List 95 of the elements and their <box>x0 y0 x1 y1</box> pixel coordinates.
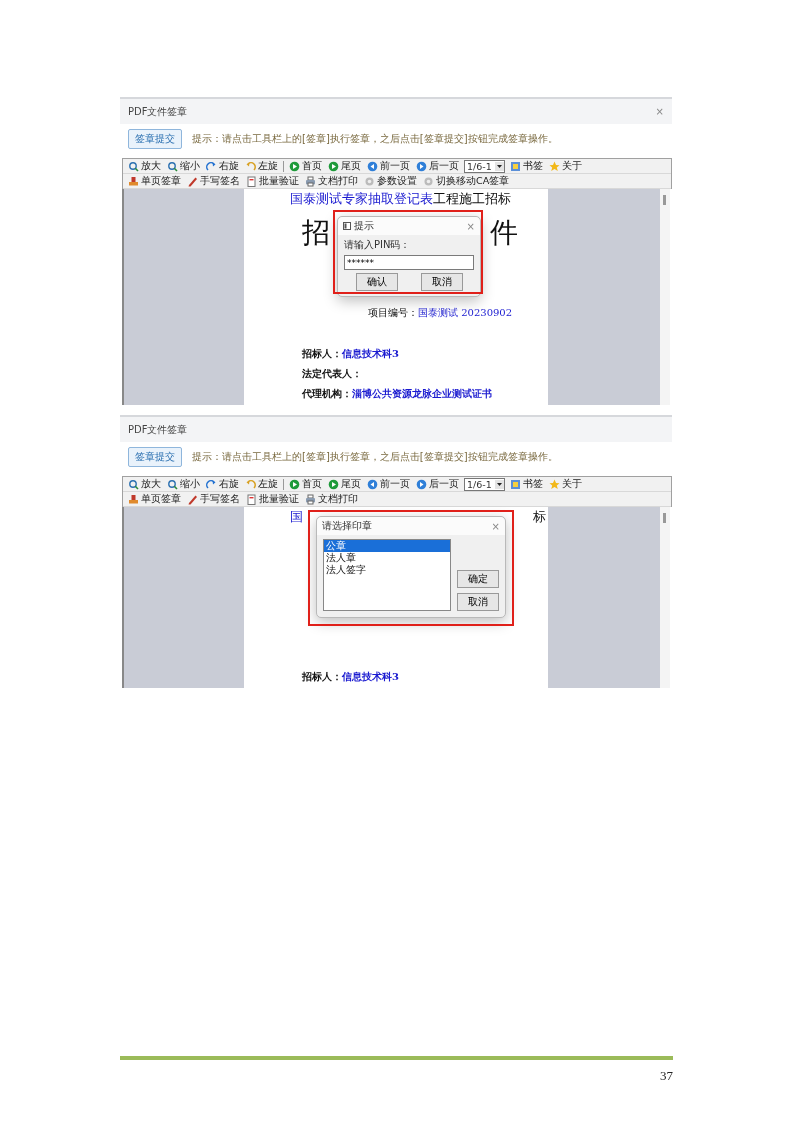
hint-text: 提示：请点击工具栏上的[签章]执行签章，之后点击[签章提交]按钮完成签章操作。 <box>192 450 558 464</box>
document-icon <box>246 175 257 187</box>
document-heading: 国泰测试专家抽取登记表工程施工招标 <box>290 190 511 208</box>
magnifier-icon <box>128 478 139 490</box>
toolbar-button[interactable]: 尾页 <box>327 478 362 490</box>
toolbar-button[interactable]: 书签 <box>508 160 544 172</box>
arrow-circle-icon <box>416 160 427 172</box>
pin-field[interactable]: ****** <box>344 255 474 270</box>
dialog-button[interactable]: 取消 <box>420 273 463 291</box>
scrollbar[interactable] <box>660 189 670 405</box>
toolbar-button[interactable]: 书签 <box>508 478 544 490</box>
pen-icon <box>187 493 198 505</box>
toolbar-button[interactable]: 关于 <box>547 478 583 490</box>
document-heading: 标 <box>533 508 546 526</box>
close-button[interactable]: × <box>466 220 475 232</box>
toolbar-button[interactable]: 文档打印 <box>304 493 359 505</box>
toolbar-button[interactable]: 放大 <box>127 478 162 490</box>
close-button[interactable]: × <box>491 520 500 532</box>
magnifier-icon <box>167 160 178 172</box>
toolbar-button[interactable]: 右旋 <box>205 478 240 490</box>
star-icon <box>548 478 560 490</box>
list-item[interactable]: 公章 <box>324 540 450 552</box>
page-select[interactable]: 1/6-1 <box>464 159 505 173</box>
toolbar-button[interactable]: 手写签名 <box>186 175 241 187</box>
caret-icon <box>494 479 504 489</box>
list-item[interactable]: 法人章 <box>324 552 450 564</box>
toolbar-button[interactable]: 左旋 <box>244 160 279 172</box>
list-item[interactable]: 法人签字 <box>324 564 450 576</box>
toolbar-button[interactable]: 后一页 <box>415 160 460 172</box>
dialog-button[interactable]: 确定 <box>457 570 499 588</box>
toolbar-button[interactable]: 右旋 <box>205 160 240 172</box>
magnifier-icon <box>128 160 139 172</box>
window-icon <box>343 222 351 230</box>
document-line: 招标人：信息技术科3 <box>302 347 400 361</box>
play-circle-icon <box>328 478 339 490</box>
toolbar-button[interactable]: 首页 <box>288 160 323 172</box>
rotate-arrow-icon <box>206 160 217 172</box>
arrow-circle-icon <box>367 478 378 490</box>
play-circle-icon <box>289 160 300 172</box>
caret-icon <box>494 161 504 171</box>
pen-icon <box>187 175 198 187</box>
toolbar-button[interactable]: 前一页 <box>366 160 411 172</box>
magnifier-icon <box>167 478 178 490</box>
printer-icon <box>305 175 316 187</box>
stamp-icon <box>128 175 139 187</box>
page-select[interactable]: 1/6-1 <box>464 477 505 491</box>
document-line: 代理机构：淄博公共资源龙脉企业测试证书 <box>302 387 493 401</box>
submit-button[interactable]: 签章提交 <box>128 129 182 149</box>
scrollbar[interactable] <box>660 507 670 688</box>
book-icon <box>509 160 521 172</box>
document-line: 项目编号：国泰测试 20230902 <box>368 306 514 320</box>
document-title: 件 <box>490 215 518 251</box>
toolbar-button[interactable]: 关于 <box>547 160 583 172</box>
toolbar-button[interactable]: 缩小 <box>166 478 201 490</box>
stamp-icon <box>128 493 139 505</box>
toolbar-button[interactable]: 批量验证 <box>245 493 300 505</box>
document-icon <box>246 493 257 505</box>
toolbar-button[interactable]: 缩小 <box>166 160 201 172</box>
dialog-title: 提示 <box>354 219 374 233</box>
toolbar-button[interactable]: 放大 <box>127 160 162 172</box>
play-circle-icon <box>328 160 339 172</box>
toolbar-button[interactable]: 批量验证 <box>245 175 300 187</box>
toolbar-button[interactable]: 手写签名 <box>186 493 241 505</box>
hint-text: 提示：请点击工具栏上的[签章]执行签章，之后点击[签章提交]按钮完成签章操作。 <box>192 132 558 146</box>
arrow-circle-icon <box>416 478 427 490</box>
submit-button[interactable]: 签章提交 <box>128 447 182 467</box>
toolbar-button[interactable]: 尾页 <box>327 160 362 172</box>
toolbar-button[interactable]: 左旋 <box>244 478 279 490</box>
printer-icon <box>305 493 316 505</box>
field-label: 请输入PIN码： <box>344 238 412 252</box>
toolbar-button[interactable]: 首页 <box>288 478 323 490</box>
document-line: 招标人：信息技术科3 <box>302 670 400 684</box>
rotate-arrow-icon <box>206 478 217 490</box>
toolbar-button[interactable]: 单页签章 <box>127 493 182 505</box>
play-circle-icon <box>289 478 300 490</box>
document-title: 招 <box>302 215 330 251</box>
book-icon <box>509 478 521 490</box>
rotate-arrow-icon <box>245 160 256 172</box>
dialog-button[interactable]: 取消 <box>457 593 499 611</box>
document-heading: 国 <box>290 508 303 526</box>
page-number: 37 <box>660 1068 673 1084</box>
dialog-button[interactable]: 确认 <box>355 273 398 291</box>
window-title: PDF文件签章 <box>128 422 188 437</box>
toolbar-button[interactable]: 文档打印 <box>304 175 359 187</box>
window-title: PDF文件签章 <box>128 104 188 119</box>
rotate-arrow-icon <box>245 478 256 490</box>
star-icon <box>548 160 560 172</box>
toolbar-button[interactable]: 参数设置 <box>363 175 418 187</box>
toolbar-button[interactable]: 切换移动CA签章 <box>422 175 511 187</box>
toolbar-button[interactable]: 前一页 <box>366 478 411 490</box>
arrow-circle-icon <box>367 160 378 172</box>
toolbar-button[interactable]: 后一页 <box>415 478 460 490</box>
document-line: 法定代表人： <box>302 367 363 381</box>
dialog-title: 请选择印章 <box>322 519 372 533</box>
toolbar-button[interactable]: 单页签章 <box>127 175 182 187</box>
